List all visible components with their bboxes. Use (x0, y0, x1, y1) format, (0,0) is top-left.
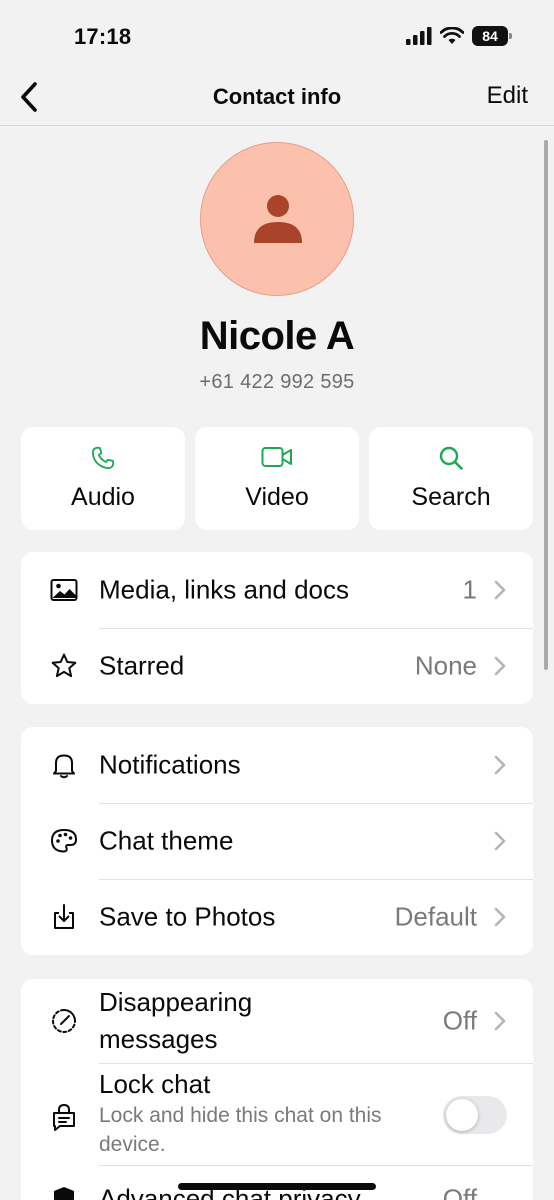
palette-icon (51, 829, 77, 853)
chevron-right-icon (494, 656, 506, 676)
notifications-label: Notifications (99, 749, 241, 780)
video-call-button[interactable]: Video (195, 427, 359, 530)
chat-theme-row[interactable]: Chat theme (21, 803, 533, 879)
image-icon (50, 579, 78, 601)
lock-chat-toggle[interactable] (443, 1096, 507, 1134)
search-label: Search (411, 483, 491, 511)
shield-icon (54, 1187, 74, 1200)
person-icon (254, 195, 302, 243)
video-label: Video (245, 483, 309, 511)
media-links-docs-label: Media, links and docs (99, 574, 350, 605)
signal-icon (406, 27, 432, 45)
action-row: Audio Video Search (21, 427, 533, 530)
avatar[interactable] (200, 142, 354, 296)
save-download-icon (54, 904, 74, 929)
wifi-icon (440, 27, 464, 44)
chevron-right-icon (494, 1011, 506, 1031)
video-icon (261, 447, 292, 467)
bell-icon (53, 754, 75, 779)
lock-chat-description: Lock and hide this chat on this device. (99, 1104, 382, 1156)
privacy-card: Disappearing messages Off Lock chat Lock… (21, 979, 533, 1200)
status-time: 17:18 (74, 24, 132, 49)
status-icons: 84 (406, 26, 512, 46)
settings-card: Notifications Chat theme Save to Photos … (21, 727, 533, 955)
search-button[interactable]: Search (369, 427, 533, 530)
battery-level: 84 (482, 28, 498, 44)
chat-theme-label: Chat theme (99, 825, 234, 856)
disappearing-messages-row[interactable]: Disappearing messages Off (21, 979, 533, 1063)
timer-icon (52, 1009, 76, 1033)
battery-indicator: 84 (472, 26, 512, 46)
disappearing-messages-value: Off (442, 1005, 477, 1036)
contact-phone: +61 422 992 595 (199, 371, 355, 393)
media-count: 1 (462, 574, 477, 605)
home-indicator (178, 1183, 376, 1190)
phone-icon (91, 446, 115, 470)
chevron-right-icon (494, 907, 506, 927)
edit-button[interactable]: Edit (487, 82, 528, 110)
search-icon (439, 446, 463, 470)
nav-bar: Contact info Edit (0, 70, 554, 126)
lock-chat-row[interactable]: Lock chat Lock and hide this chat on thi… (21, 1063, 533, 1165)
media-links-docs-row[interactable]: Media, links and docs 1 (21, 552, 533, 628)
star-icon (51, 653, 77, 678)
media-card: Media, links and docs 1 Starred None (21, 552, 533, 704)
lock-chat-icon (53, 1103, 75, 1131)
save-to-photos-value: Default (394, 901, 477, 932)
notifications-row[interactable]: Notifications (21, 727, 533, 803)
status-bar: 17:18 84 (0, 0, 554, 70)
chevron-right-icon (494, 831, 506, 851)
save-to-photos-row[interactable]: Save to Photos Default (21, 879, 533, 955)
chevron-right-icon (494, 580, 506, 600)
advanced-chat-privacy-value: Off (442, 1183, 477, 1200)
chevron-right-icon (494, 755, 506, 775)
contact-name: Nicole A (199, 314, 355, 358)
lock-chat-label: Lock chat (99, 1069, 211, 1099)
scrollbar[interactable] (544, 140, 548, 670)
starred-value: None (414, 650, 477, 681)
audio-label: Audio (71, 483, 135, 511)
audio-call-button[interactable]: Audio (21, 427, 185, 530)
save-to-photos-label: Save to Photos (99, 901, 276, 932)
starred-label: Starred (99, 650, 185, 681)
page-title: Contact info (212, 84, 342, 109)
starred-row[interactable]: Starred None (21, 628, 533, 704)
disappearing-messages-label: Disappearing messages (99, 987, 253, 1054)
